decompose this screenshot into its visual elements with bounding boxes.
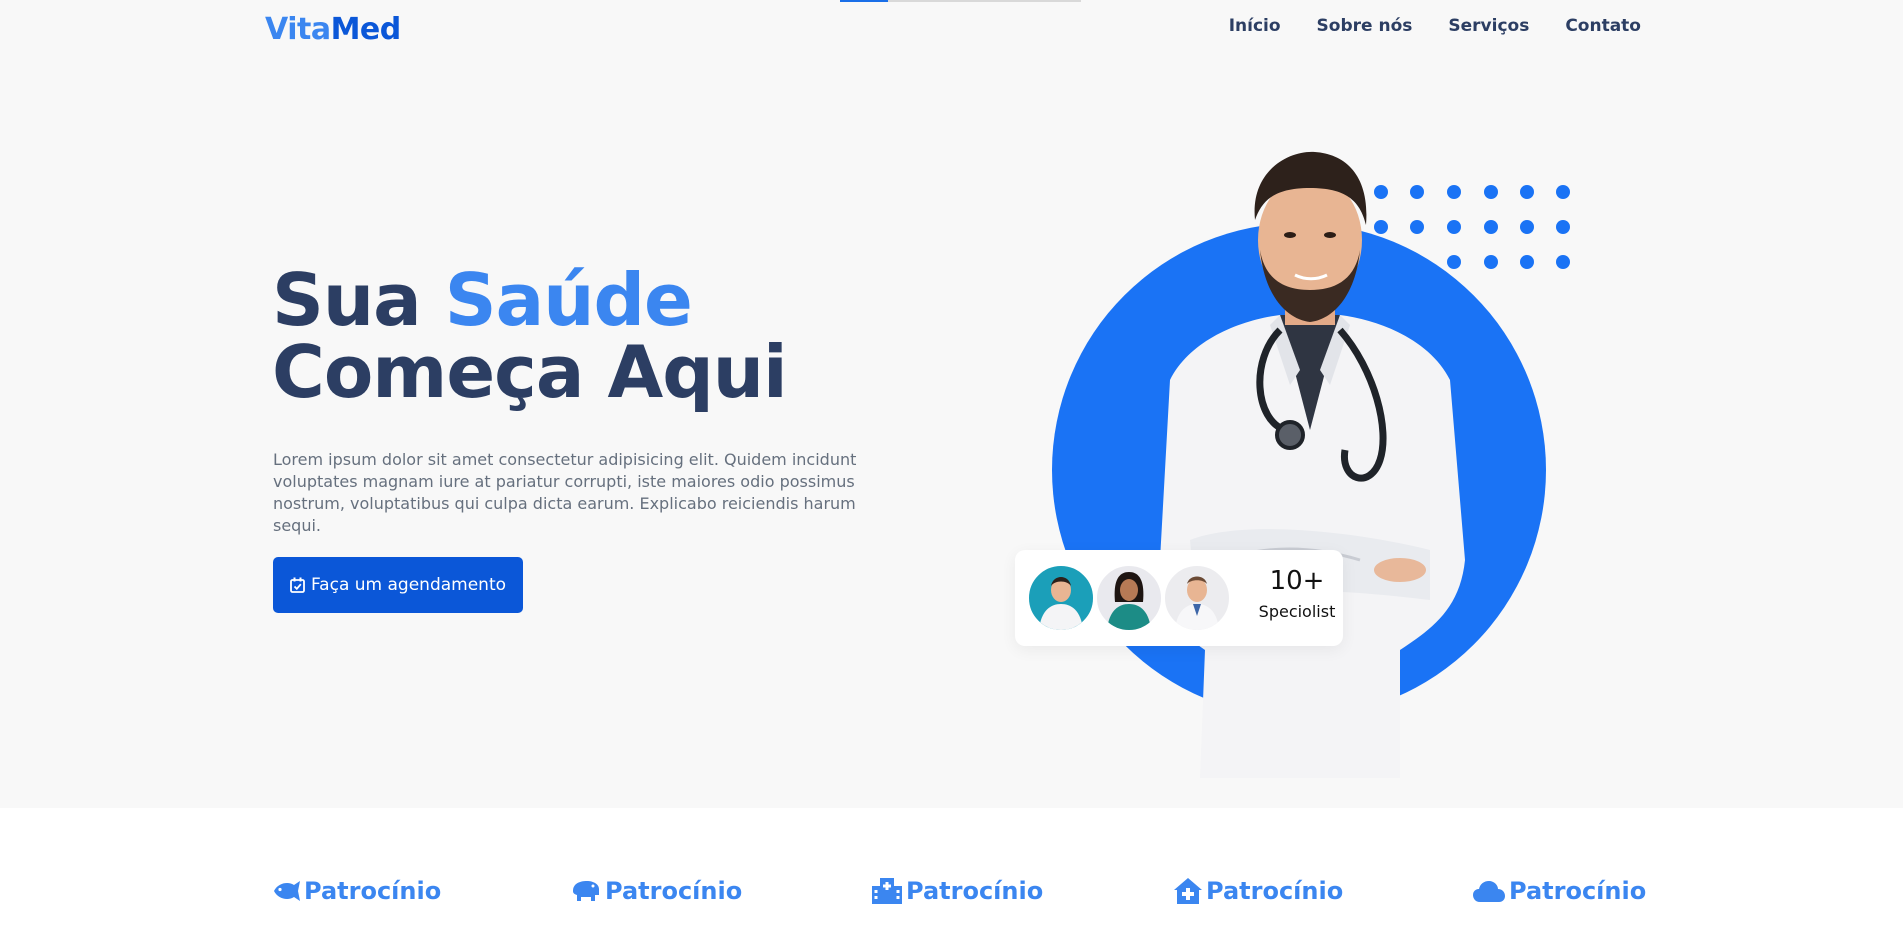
avatar bbox=[1094, 563, 1164, 633]
hero-section: Sua Saúde Começa Aqui Lorem ipsum dolor … bbox=[0, 70, 1903, 808]
house-medical-icon bbox=[1174, 878, 1202, 904]
site-header: VitaMed Início Sobre nós Serviços Contat… bbox=[0, 0, 1903, 70]
sponsors-strip: Patrocínio Patrocínio Patrocínio Patrocí… bbox=[0, 808, 1903, 945]
schedule-appointment-button[interactable]: Faça um agendamento bbox=[273, 557, 523, 613]
doctor-photo bbox=[1159, 151, 1465, 778]
hero-description: Lorem ipsum dolor sit amet consectetur a… bbox=[273, 450, 857, 535]
main-nav: Início Sobre nós Serviços Contato bbox=[1229, 16, 1641, 36]
sponsor-item[interactable]: Patrocínio bbox=[1473, 877, 1646, 905]
specialists-label: Speciolist bbox=[1258, 602, 1336, 621]
avatar bbox=[1026, 563, 1096, 633]
specialists-card: 10+ Speciolist bbox=[1015, 550, 1343, 646]
specialists-count: 10+ bbox=[1269, 566, 1325, 596]
calendar-check-icon bbox=[290, 577, 305, 593]
logo[interactable]: VitaMed bbox=[265, 12, 401, 47]
sponsor-item[interactable]: Patrocínio bbox=[872, 877, 1043, 905]
sponsor-item[interactable]: Patrocínio bbox=[571, 877, 742, 905]
hospital-icon bbox=[872, 878, 902, 904]
nav-inicio[interactable]: Início bbox=[1229, 16, 1281, 36]
avatar bbox=[1162, 563, 1232, 633]
nav-contato[interactable]: Contato bbox=[1565, 16, 1641, 36]
sponsor-item[interactable]: Patrocínio bbox=[1174, 877, 1343, 905]
sponsor-item[interactable]: Patrocínio bbox=[272, 877, 441, 905]
hippo-icon bbox=[571, 879, 601, 903]
nav-servicos[interactable]: Serviços bbox=[1448, 16, 1529, 36]
fish-icon bbox=[272, 881, 300, 901]
cloud-icon bbox=[1473, 880, 1505, 902]
nav-sobre-nos[interactable]: Sobre nós bbox=[1317, 16, 1413, 36]
hero-headline: Sua Saúde Começa Aqui bbox=[272, 258, 788, 414]
